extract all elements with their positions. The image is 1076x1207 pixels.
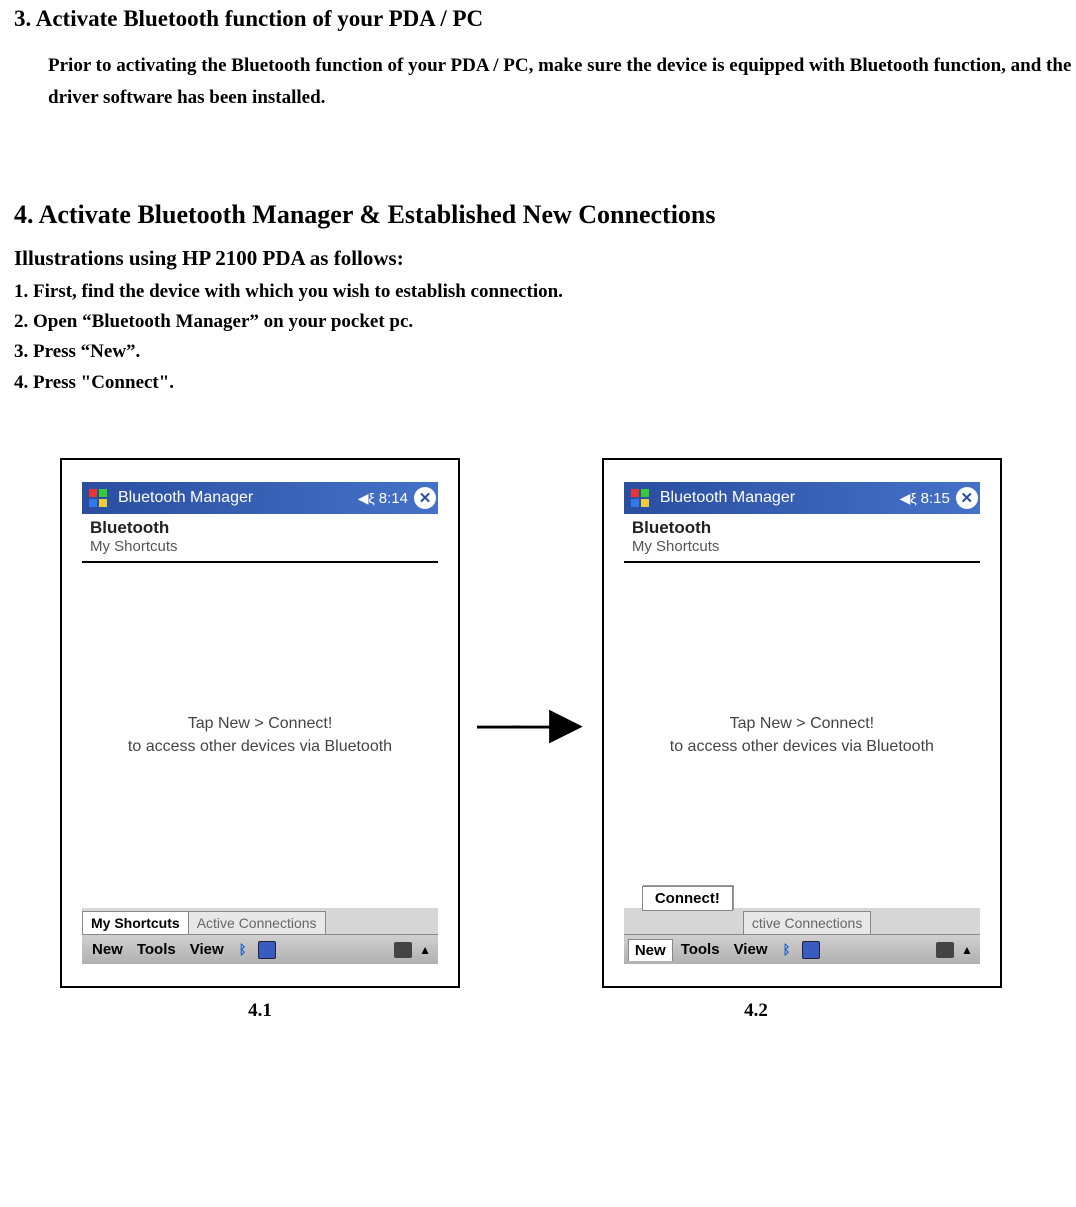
clock[interactable]: 8:15 — [921, 490, 950, 507]
sip-up-icon[interactable]: ▲ — [958, 943, 976, 957]
caption-4-1: 4.1 — [60, 1000, 460, 1022]
bluetooth-icon[interactable]: ᛒ — [778, 941, 796, 959]
hint-line-2: to access other devices via Bluetooth — [670, 736, 934, 758]
menu-new[interactable]: New — [628, 939, 673, 961]
section-3-heading: 3. Activate Bluetooth function of your P… — [14, 6, 1076, 32]
subheader-title: Bluetooth — [90, 518, 430, 538]
titlebar: Bluetooth Manager ◀ξ 8:15 ✕ — [624, 482, 980, 514]
content-area: Tap New > Connect! to access other devic… — [624, 563, 980, 908]
close-icon[interactable]: ✕ — [414, 487, 436, 509]
tray-app-icon[interactable] — [802, 941, 820, 959]
screenshots-row: Bluetooth Manager ◀ξ 8:14 ✕ Bluetooth My… — [60, 458, 1076, 988]
bottombar: New Tools View ᛒ ▲ — [82, 934, 438, 964]
start-icon[interactable] — [86, 486, 110, 510]
pda-screenshot-2: Bluetooth Manager ◀ξ 8:15 ✕ Bluetooth My… — [602, 458, 1002, 988]
step-1: First, find the device with which you wi… — [14, 277, 1076, 307]
start-icon[interactable] — [628, 486, 652, 510]
subheader-title: Bluetooth — [632, 518, 972, 538]
tab-active-connections[interactable]: ctive Connections — [743, 911, 872, 934]
speaker-icon[interactable]: ◀ξ — [358, 490, 375, 507]
menu-tools[interactable]: Tools — [675, 939, 726, 960]
menu-new[interactable]: New — [86, 939, 129, 960]
hint-line-1: Tap New > Connect! — [188, 713, 333, 735]
tab-my-shortcuts[interactable]: My Shortcuts — [82, 911, 189, 934]
bottombar: New Tools View ᛒ ▲ — [624, 934, 980, 964]
subheader: Bluetooth My Shortcuts — [82, 514, 438, 563]
caption-4-2: 4.2 — [556, 1000, 956, 1022]
content-area: Tap New > Connect! to access other devic… — [82, 563, 438, 908]
tabs: Connect! ctive Connections — [624, 908, 980, 934]
arrow-icon: ——▶ — [477, 698, 575, 749]
menu-item-connect[interactable]: Connect! — [642, 886, 733, 911]
subheader: Bluetooth My Shortcuts — [624, 514, 980, 563]
popup-menu: Connect! — [642, 886, 733, 911]
tab-active-connections[interactable]: Active Connections — [188, 911, 326, 934]
titlebar: Bluetooth Manager ◀ξ 8:14 ✕ — [82, 482, 438, 514]
step-4: Press "Connect". — [14, 368, 1076, 398]
illustrations-heading: Illustrations using HP 2100 PDA as follo… — [14, 246, 1076, 271]
clock[interactable]: 8:14 — [379, 490, 408, 507]
window-title: Bluetooth Manager — [660, 489, 900, 507]
subheader-subtitle: My Shortcuts — [90, 538, 430, 555]
captions: 4.1 4.2 — [60, 1000, 1076, 1022]
hint-line-2: to access other devices via Bluetooth — [128, 736, 392, 758]
step-3: Press “New”. — [14, 337, 1076, 367]
menu-view[interactable]: View — [184, 939, 230, 960]
tray-app-icon[interactable] — [258, 941, 276, 959]
pda-screenshot-1: Bluetooth Manager ◀ξ 8:14 ✕ Bluetooth My… — [60, 458, 460, 988]
section-4-heading: 4. Activate Bluetooth Manager & Establis… — [14, 200, 1076, 230]
bluetooth-icon[interactable]: ᛒ — [234, 941, 252, 959]
menu-view[interactable]: View — [728, 939, 774, 960]
step-2: Open “Bluetooth Manager” on your pocket … — [14, 307, 1076, 337]
tabs: My Shortcuts Active Connections — [82, 908, 438, 934]
sip-keyboard-icon[interactable] — [936, 941, 954, 959]
close-icon[interactable]: ✕ — [956, 487, 978, 509]
sip-keyboard-icon[interactable] — [394, 941, 412, 959]
steps-list: First, find the device with which you wi… — [14, 277, 1076, 399]
hint-line-1: Tap New > Connect! — [730, 713, 875, 735]
section-3-body: Prior to activating the Bluetooth functi… — [48, 50, 1076, 115]
speaker-icon[interactable]: ◀ξ — [900, 490, 917, 507]
menu-tools[interactable]: Tools — [131, 939, 182, 960]
sip-up-icon[interactable]: ▲ — [416, 943, 434, 957]
subheader-subtitle: My Shortcuts — [632, 538, 972, 555]
window-title: Bluetooth Manager — [118, 489, 358, 507]
